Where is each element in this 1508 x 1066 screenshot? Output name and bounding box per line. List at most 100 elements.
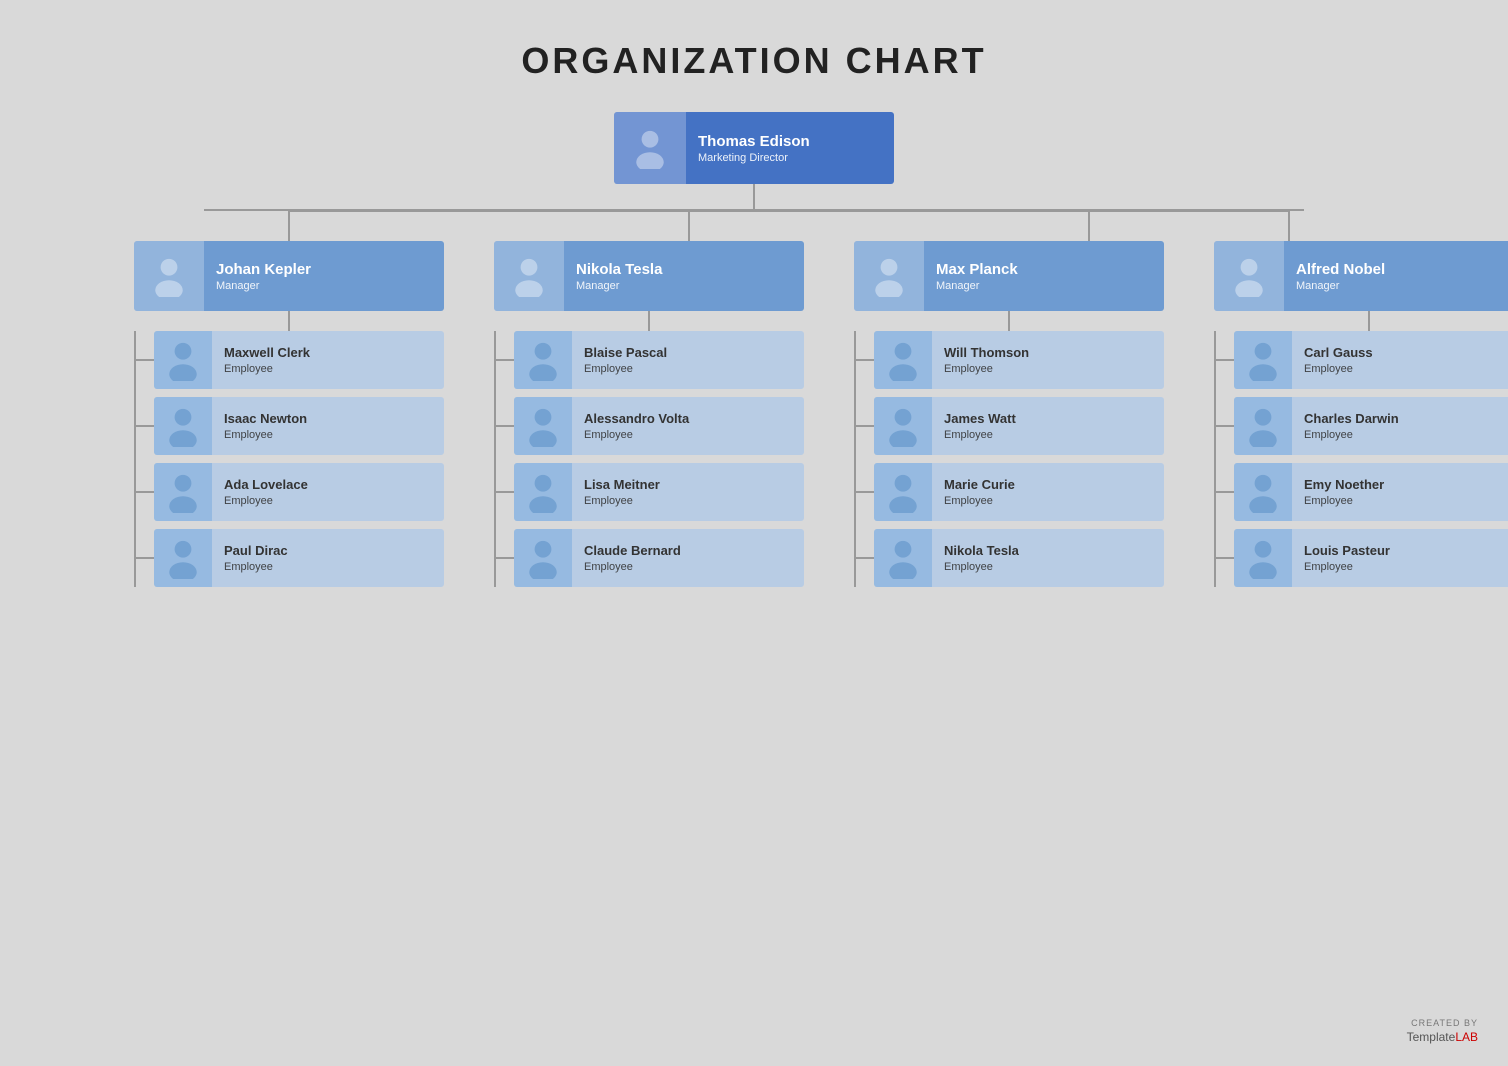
manager-card-1: Nikola Tesla Manager <box>494 241 804 311</box>
emp-item-0-0: Maxwell Clerk Employee <box>136 331 444 389</box>
mgr0-emp-branch: Maxwell Clerk Employee <box>134 331 444 587</box>
emp-card-0-0: Maxwell Clerk Employee <box>154 331 444 389</box>
manager-col-0: Johan Kepler Manager <box>134 241 444 587</box>
manager-name-0: Johan Kepler <box>216 260 432 280</box>
manager-card-3: Alfred Nobel Manager <box>1214 241 1508 311</box>
emp-role-2-0: Employee <box>944 363 1152 375</box>
emp-avatar-2-1 <box>874 397 932 455</box>
emp-item-1-3: Claude Bernard Employee <box>496 529 804 587</box>
emp-role-3-2: Employee <box>1304 495 1508 507</box>
emp-role-1-0: Employee <box>584 363 792 375</box>
emp-hconn-2-2 <box>856 491 874 493</box>
mgr2-down <box>1008 311 1010 331</box>
director-down-connector <box>753 184 755 209</box>
manager-card-2: Max Planck Manager <box>854 241 1164 311</box>
emp-card-3-3: Louis Pasteur Employee <box>1234 529 1508 587</box>
emp-avatar-0-1 <box>154 397 212 455</box>
branch-lines <box>64 211 1444 241</box>
emp-item-1-0: Blaise Pascal Employee <box>496 331 804 389</box>
emp-hconn-0-2 <box>136 491 154 493</box>
manager-col-2: Max Planck Manager <box>854 241 1164 587</box>
emp-hconn-0-1 <box>136 425 154 427</box>
emp-card-2-2: Marie Curie Employee <box>874 463 1164 521</box>
emp-name-2-0: Will Thomson <box>944 345 1152 362</box>
emp-avatar-3-1 <box>1234 397 1292 455</box>
emp-card-1-0: Blaise Pascal Employee <box>514 331 804 389</box>
mgr3-emp-list: Carl Gauss Employee Charles Da <box>1216 331 1508 587</box>
manager-col-3: Alfred Nobel Manager <box>1214 241 1508 587</box>
mgr3-down <box>1368 311 1370 331</box>
emp-hconn-1-1 <box>496 425 514 427</box>
mgr2-emp-list: Will Thomson Employee James Wa <box>856 331 1164 587</box>
emp-avatar-2-3 <box>874 529 932 587</box>
mgr2-emp-branch: Will Thomson Employee James Wa <box>854 331 1164 587</box>
mgr1-emp-branch: Blaise Pascal Employee Alessan <box>494 331 804 587</box>
branding-name: TemplateLAB <box>1407 1029 1478 1046</box>
mgr3-emp-branch: Carl Gauss Employee Charles Da <box>1214 331 1508 587</box>
emp-name-2-2: Marie Curie <box>944 477 1152 494</box>
emp-name-1-0: Blaise Pascal <box>584 345 792 362</box>
emp-avatar-2-2 <box>874 463 932 521</box>
emp-role-2-3: Employee <box>944 561 1152 573</box>
emp-name-0-1: Isaac Newton <box>224 411 432 428</box>
emp-role-1-2: Employee <box>584 495 792 507</box>
branding-template: Template <box>1407 1030 1456 1044</box>
emp-item-3-0: Carl Gauss Employee <box>1216 331 1508 389</box>
emp-item-3-1: Charles Darwin Employee <box>1216 397 1508 455</box>
emp-card-3-2: Emy Noether Employee <box>1234 463 1508 521</box>
director-card: Thomas Edison Marketing Director <box>614 112 894 184</box>
emp-avatar-3-3 <box>1234 529 1292 587</box>
emp-role-1-1: Employee <box>584 429 792 441</box>
emp-item-0-3: Paul Dirac Employee <box>136 529 444 587</box>
org-chart: Thomas Edison Marketing Director <box>20 112 1488 587</box>
emp-role-3-3: Employee <box>1304 561 1508 573</box>
emp-role-0-1: Employee <box>224 429 432 441</box>
emp-avatar-1-2 <box>514 463 572 521</box>
mgr1-emp-list: Blaise Pascal Employee Alessan <box>496 331 804 587</box>
manager-card-0: Johan Kepler Manager <box>134 241 444 311</box>
emp-name-2-3: Nikola Tesla <box>944 543 1152 560</box>
emp-item-2-3: Nikola Tesla Employee <box>856 529 1164 587</box>
director-avatar <box>614 112 686 184</box>
emp-card-0-2: Ada Lovelace Employee <box>154 463 444 521</box>
manager-name-2: Max Planck <box>936 260 1152 280</box>
emp-hconn-0-3 <box>136 557 154 559</box>
emp-role-0-0: Employee <box>224 363 432 375</box>
manager-col-1: Nikola Tesla Manager <box>494 241 804 587</box>
emp-avatar-1-0 <box>514 331 572 389</box>
branding-lab: LAB <box>1455 1030 1478 1044</box>
emp-item-2-2: Marie Curie Employee <box>856 463 1164 521</box>
emp-hconn-3-0 <box>1216 359 1234 361</box>
managers-row: Johan Kepler Manager <box>64 241 1444 587</box>
emp-role-0-2: Employee <box>224 495 432 507</box>
emp-name-3-0: Carl Gauss <box>1304 345 1508 362</box>
emp-name-3-1: Charles Darwin <box>1304 411 1508 428</box>
emp-card-2-3: Nikola Tesla Employee <box>874 529 1164 587</box>
emp-item-3-3: Louis Pasteur Employee <box>1216 529 1508 587</box>
emp-name-0-2: Ada Lovelace <box>224 477 432 494</box>
emp-name-1-2: Lisa Meitner <box>584 477 792 494</box>
emp-item-1-2: Lisa Meitner Employee <box>496 463 804 521</box>
director-info: Thomas Edison Marketing Director <box>686 126 894 171</box>
manager-avatar-1 <box>494 241 564 311</box>
emp-card-3-1: Charles Darwin Employee <box>1234 397 1508 455</box>
emp-card-1-3: Claude Bernard Employee <box>514 529 804 587</box>
emp-avatar-1-1 <box>514 397 572 455</box>
emp-avatar-2-0 <box>874 331 932 389</box>
emp-hconn-3-1 <box>1216 425 1234 427</box>
emp-card-0-3: Paul Dirac Employee <box>154 529 444 587</box>
emp-name-1-3: Claude Bernard <box>584 543 792 560</box>
emp-avatar-0-2 <box>154 463 212 521</box>
emp-hconn-2-3 <box>856 557 874 559</box>
emp-hconn-1-0 <box>496 359 514 361</box>
director-role: Marketing Director <box>698 152 882 164</box>
mgr0-emp-list: Maxwell Clerk Employee <box>136 331 444 587</box>
emp-role-3-1: Employee <box>1304 429 1508 441</box>
emp-role-1-3: Employee <box>584 561 792 573</box>
emp-role-2-2: Employee <box>944 495 1152 507</box>
manager-role-2: Manager <box>936 280 1152 292</box>
emp-avatar-0-3 <box>154 529 212 587</box>
emp-card-2-1: James Watt Employee <box>874 397 1164 455</box>
branding-created-by: CREATED BY <box>1407 1017 1478 1030</box>
emp-hconn-1-2 <box>496 491 514 493</box>
